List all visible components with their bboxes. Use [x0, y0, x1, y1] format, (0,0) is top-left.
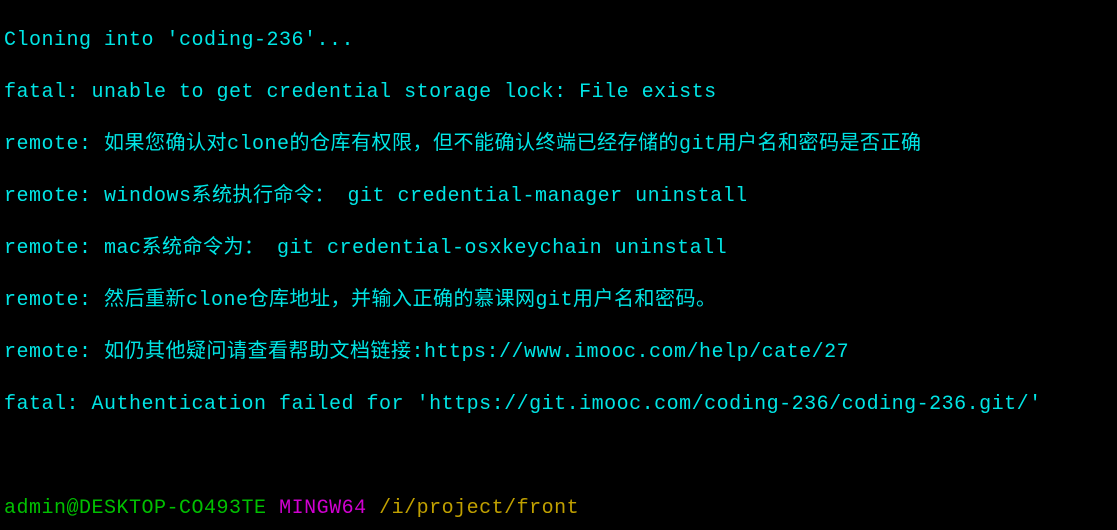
output-remote-mac: remote: mac系统命令为： git credential-osxkeyc… — [4, 236, 1113, 262]
output-fatal-auth: fatal: Authentication failed for 'https:… — [4, 392, 1113, 418]
output-remote-help: remote: 如仍其他疑问请查看帮助文档链接:https://www.imoo… — [4, 340, 1113, 366]
blank-line — [4, 444, 1113, 470]
output-fatal-lock: fatal: unable to get credential storage … — [4, 80, 1113, 106]
prompt-user-host: admin@DESKTOP-CO493TE — [4, 497, 267, 520]
output-remote-msg: remote: 如果您确认对clone的仓库有权限，但不能确认终端已经存储的gi… — [4, 132, 1113, 158]
output-cloning: Cloning into 'coding-236'... — [4, 28, 1113, 54]
terminal-window[interactable]: Cloning into 'coding-236'... fatal: unab… — [0, 0, 1117, 530]
prompt-line: admin@DESKTOP-CO493TE MINGW64 /i/project… — [4, 496, 1113, 522]
prompt-path: /i/project/front — [379, 497, 579, 520]
output-remote-windows: remote: windows系统执行命令： git credential-ma… — [4, 184, 1113, 210]
output-remote-reclone: remote: 然后重新clone仓库地址，并输入正确的慕课网git用户名和密码… — [4, 288, 1113, 314]
prompt-shell: MINGW64 — [279, 497, 367, 520]
